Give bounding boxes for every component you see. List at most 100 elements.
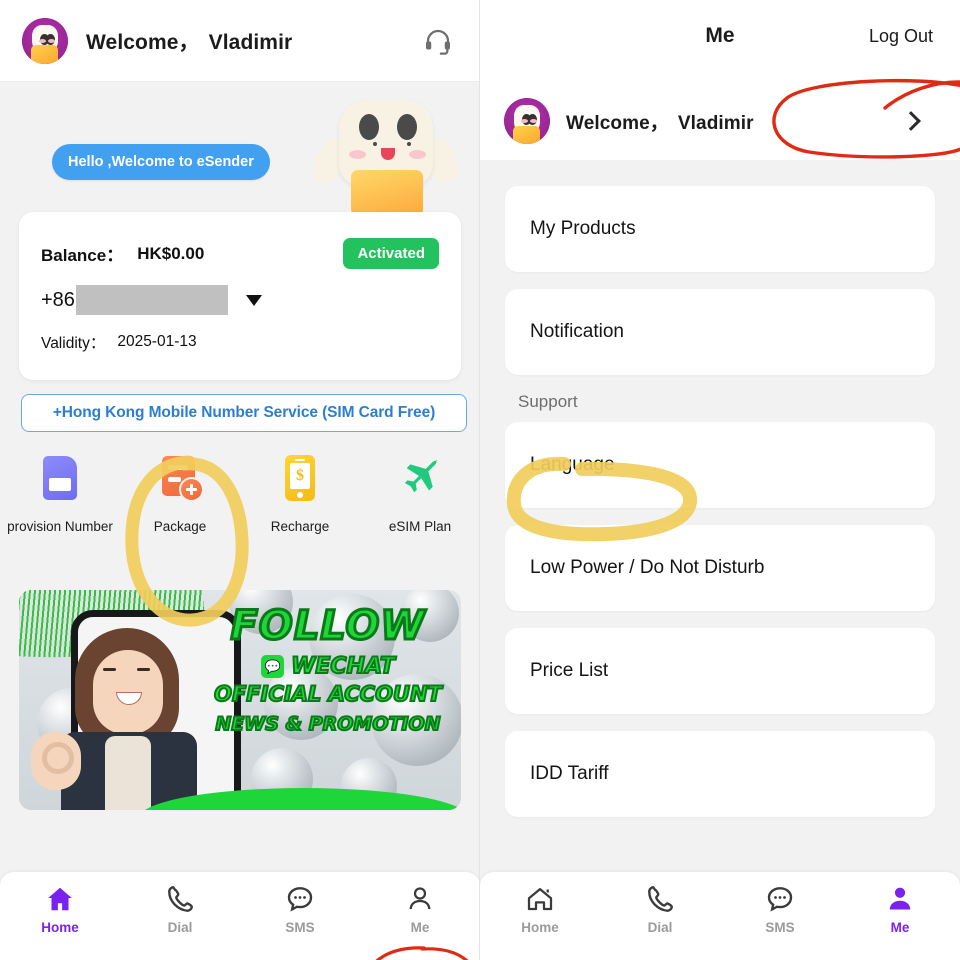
sim-card-icon <box>35 452 85 508</box>
logout-button[interactable]: Log Out <box>869 26 933 47</box>
chat-icon <box>765 884 795 914</box>
quick-action-package[interactable]: Package <box>120 452 240 536</box>
chat-icon <box>285 884 315 914</box>
mascot-blush-left <box>349 150 366 159</box>
promo-line3: OFFICIAL ACCOUNT <box>213 681 443 707</box>
phone-country-code: +86 <box>41 288 75 311</box>
menu-item-my-products[interactable]: My Products <box>505 186 935 272</box>
tab-dial[interactable]: Dial <box>600 872 720 960</box>
person-icon <box>405 884 435 914</box>
tab-label: Dial <box>167 920 193 935</box>
promo-text-block: FOLLOW 💬 WECHAT OFFICIAL ACCOUNT NEWS & … <box>203 603 453 736</box>
welcome-username: Vladimir <box>208 30 293 54</box>
promo-line2: WECHAT <box>290 653 396 680</box>
mascot-sim-chip <box>351 170 423 216</box>
avatar[interactable] <box>22 17 68 64</box>
menu-item-low-power-do-not-disturb[interactable]: Low Power / Do Not Disturb <box>505 525 935 611</box>
hk-mobile-number-service-button[interactable]: +Hong Kong Mobile Number Service (SIM Ca… <box>21 394 467 432</box>
quick-action-label: Package <box>153 519 207 534</box>
tab-sms[interactable]: SMS <box>240 872 360 960</box>
promo-wechat-line: 💬 WECHAT <box>203 653 453 680</box>
mascot-eye-left <box>359 114 379 140</box>
airplane-icon <box>395 452 445 508</box>
home-header: Welcome， Vladimir <box>0 0 479 82</box>
quick-action-recharge[interactable]: $ Recharge <box>240 452 360 536</box>
promo-line4: NEWS & PROMOTION <box>214 712 441 736</box>
profile-welcome-text: Welcome， Vladimir <box>566 108 754 135</box>
mascot-blush-right <box>409 150 426 159</box>
tab-label: SMS <box>765 920 795 935</box>
chevron-right-icon[interactable] <box>901 111 921 131</box>
validity-value: 2025-01-13 <box>117 333 197 350</box>
menu-item-label: IDD Tariff <box>530 763 609 784</box>
menu-item-price-list[interactable]: Price List <box>505 628 935 714</box>
tab-me[interactable]: Me <box>840 872 960 960</box>
tab-label: Home <box>41 920 79 935</box>
quick-action-label: eSIM Plan <box>388 519 452 534</box>
bottom-tab-bar: Home Dial SMS Me <box>0 872 479 960</box>
tab-label: Dial <box>647 920 673 935</box>
package-add-icon <box>155 452 205 508</box>
balance-label: Balance： <box>41 246 124 265</box>
dual-screenshot-container: Welcome， Vladimir Hello ,Welcome to eSend… <box>0 0 960 960</box>
tab-home[interactable]: Home <box>0 872 120 960</box>
tab-label: SMS <box>285 920 315 935</box>
home-body: Hello ,Welcome to eSender Balance： HK$0.… <box>0 82 479 960</box>
greeting-bubble: Hello ,Welcome to eSender <box>52 144 270 180</box>
support-section-label: Support <box>518 392 578 411</box>
phone-icon <box>645 884 675 914</box>
quick-action-provision-number[interactable]: provision Number <box>0 452 120 536</box>
phone-dollar-icon: $ <box>275 452 325 508</box>
phone-icon <box>165 884 195 914</box>
balance-value: HK$0.00 <box>137 243 205 263</box>
status-badge: Activated <box>343 238 439 269</box>
quick-action-label: provision Number <box>7 519 113 534</box>
tab-dial[interactable]: Dial <box>120 872 240 960</box>
promo-headline: FOLLOW <box>229 603 426 649</box>
quick-action-label: Recharge <box>270 519 330 534</box>
bottom-tab-bar: Home Dial SMS Me <box>480 872 960 960</box>
balance-card: Balance： HK$0.00 Activated +86 Validity：… <box>19 212 461 380</box>
welcome-username: Vladimir <box>677 112 754 134</box>
promo-banner[interactable]: FOLLOW 💬 WECHAT OFFICIAL ACCOUNT NEWS & … <box>19 590 461 810</box>
avatar-blush-left <box>38 38 46 43</box>
menu-item-idd-tariff[interactable]: IDD Tariff <box>505 731 935 817</box>
home-screen-panel: Welcome， Vladimir Hello ,Welcome to eSend… <box>0 0 480 960</box>
me-header: Me Log Out Welcome， Vladimir <box>480 0 960 160</box>
chevron-down-icon[interactable] <box>245 294 262 306</box>
avatar-body <box>31 45 58 64</box>
tab-label: Me <box>410 920 430 935</box>
welcome-label: Welcome， <box>566 112 669 134</box>
mascot-eye-right <box>397 114 417 140</box>
menu-item-label: Price List <box>530 660 609 681</box>
mascot-illustration <box>309 82 463 216</box>
tab-label: Home <box>521 920 559 935</box>
phone-number-row[interactable]: +86 <box>41 285 439 315</box>
home-icon <box>525 884 555 914</box>
welcome-label: Welcome， <box>86 30 200 54</box>
greeting-row: Hello ,Welcome to eSender <box>0 82 479 216</box>
tab-label: Me <box>890 920 910 935</box>
balance-row: Balance： HK$0.00 Activated <box>41 238 439 269</box>
menu-item-language[interactable]: Language <box>505 422 935 508</box>
tab-home[interactable]: Home <box>480 872 600 960</box>
menu-item-label: Notification <box>530 321 624 342</box>
tab-sms[interactable]: SMS <box>720 872 840 960</box>
menu-item-label: Language <box>530 454 615 475</box>
menu-item-notification[interactable]: Notification <box>505 289 935 375</box>
menu-item-label: My Products <box>530 218 636 239</box>
me-menu-list: My Products Notification Support Languag… <box>480 186 960 898</box>
validity-row: Validity： 2025-01-13 <box>41 331 439 353</box>
headset-icon[interactable] <box>423 26 453 56</box>
validity-label: Validity： <box>41 335 106 352</box>
quick-action-esim-plan[interactable]: eSIM Plan <box>360 452 479 536</box>
profile-row[interactable]: Welcome， Vladimir <box>480 92 960 150</box>
tab-me[interactable]: Me <box>360 872 479 960</box>
promo-person-photo <box>31 628 221 810</box>
mascot-freckle-right <box>407 142 411 146</box>
person-icon <box>885 884 915 914</box>
avatar-blush-left <box>520 119 528 124</box>
mascot-freckle-left <box>373 142 377 146</box>
avatar[interactable] <box>504 98 550 144</box>
home-icon <box>45 884 75 914</box>
